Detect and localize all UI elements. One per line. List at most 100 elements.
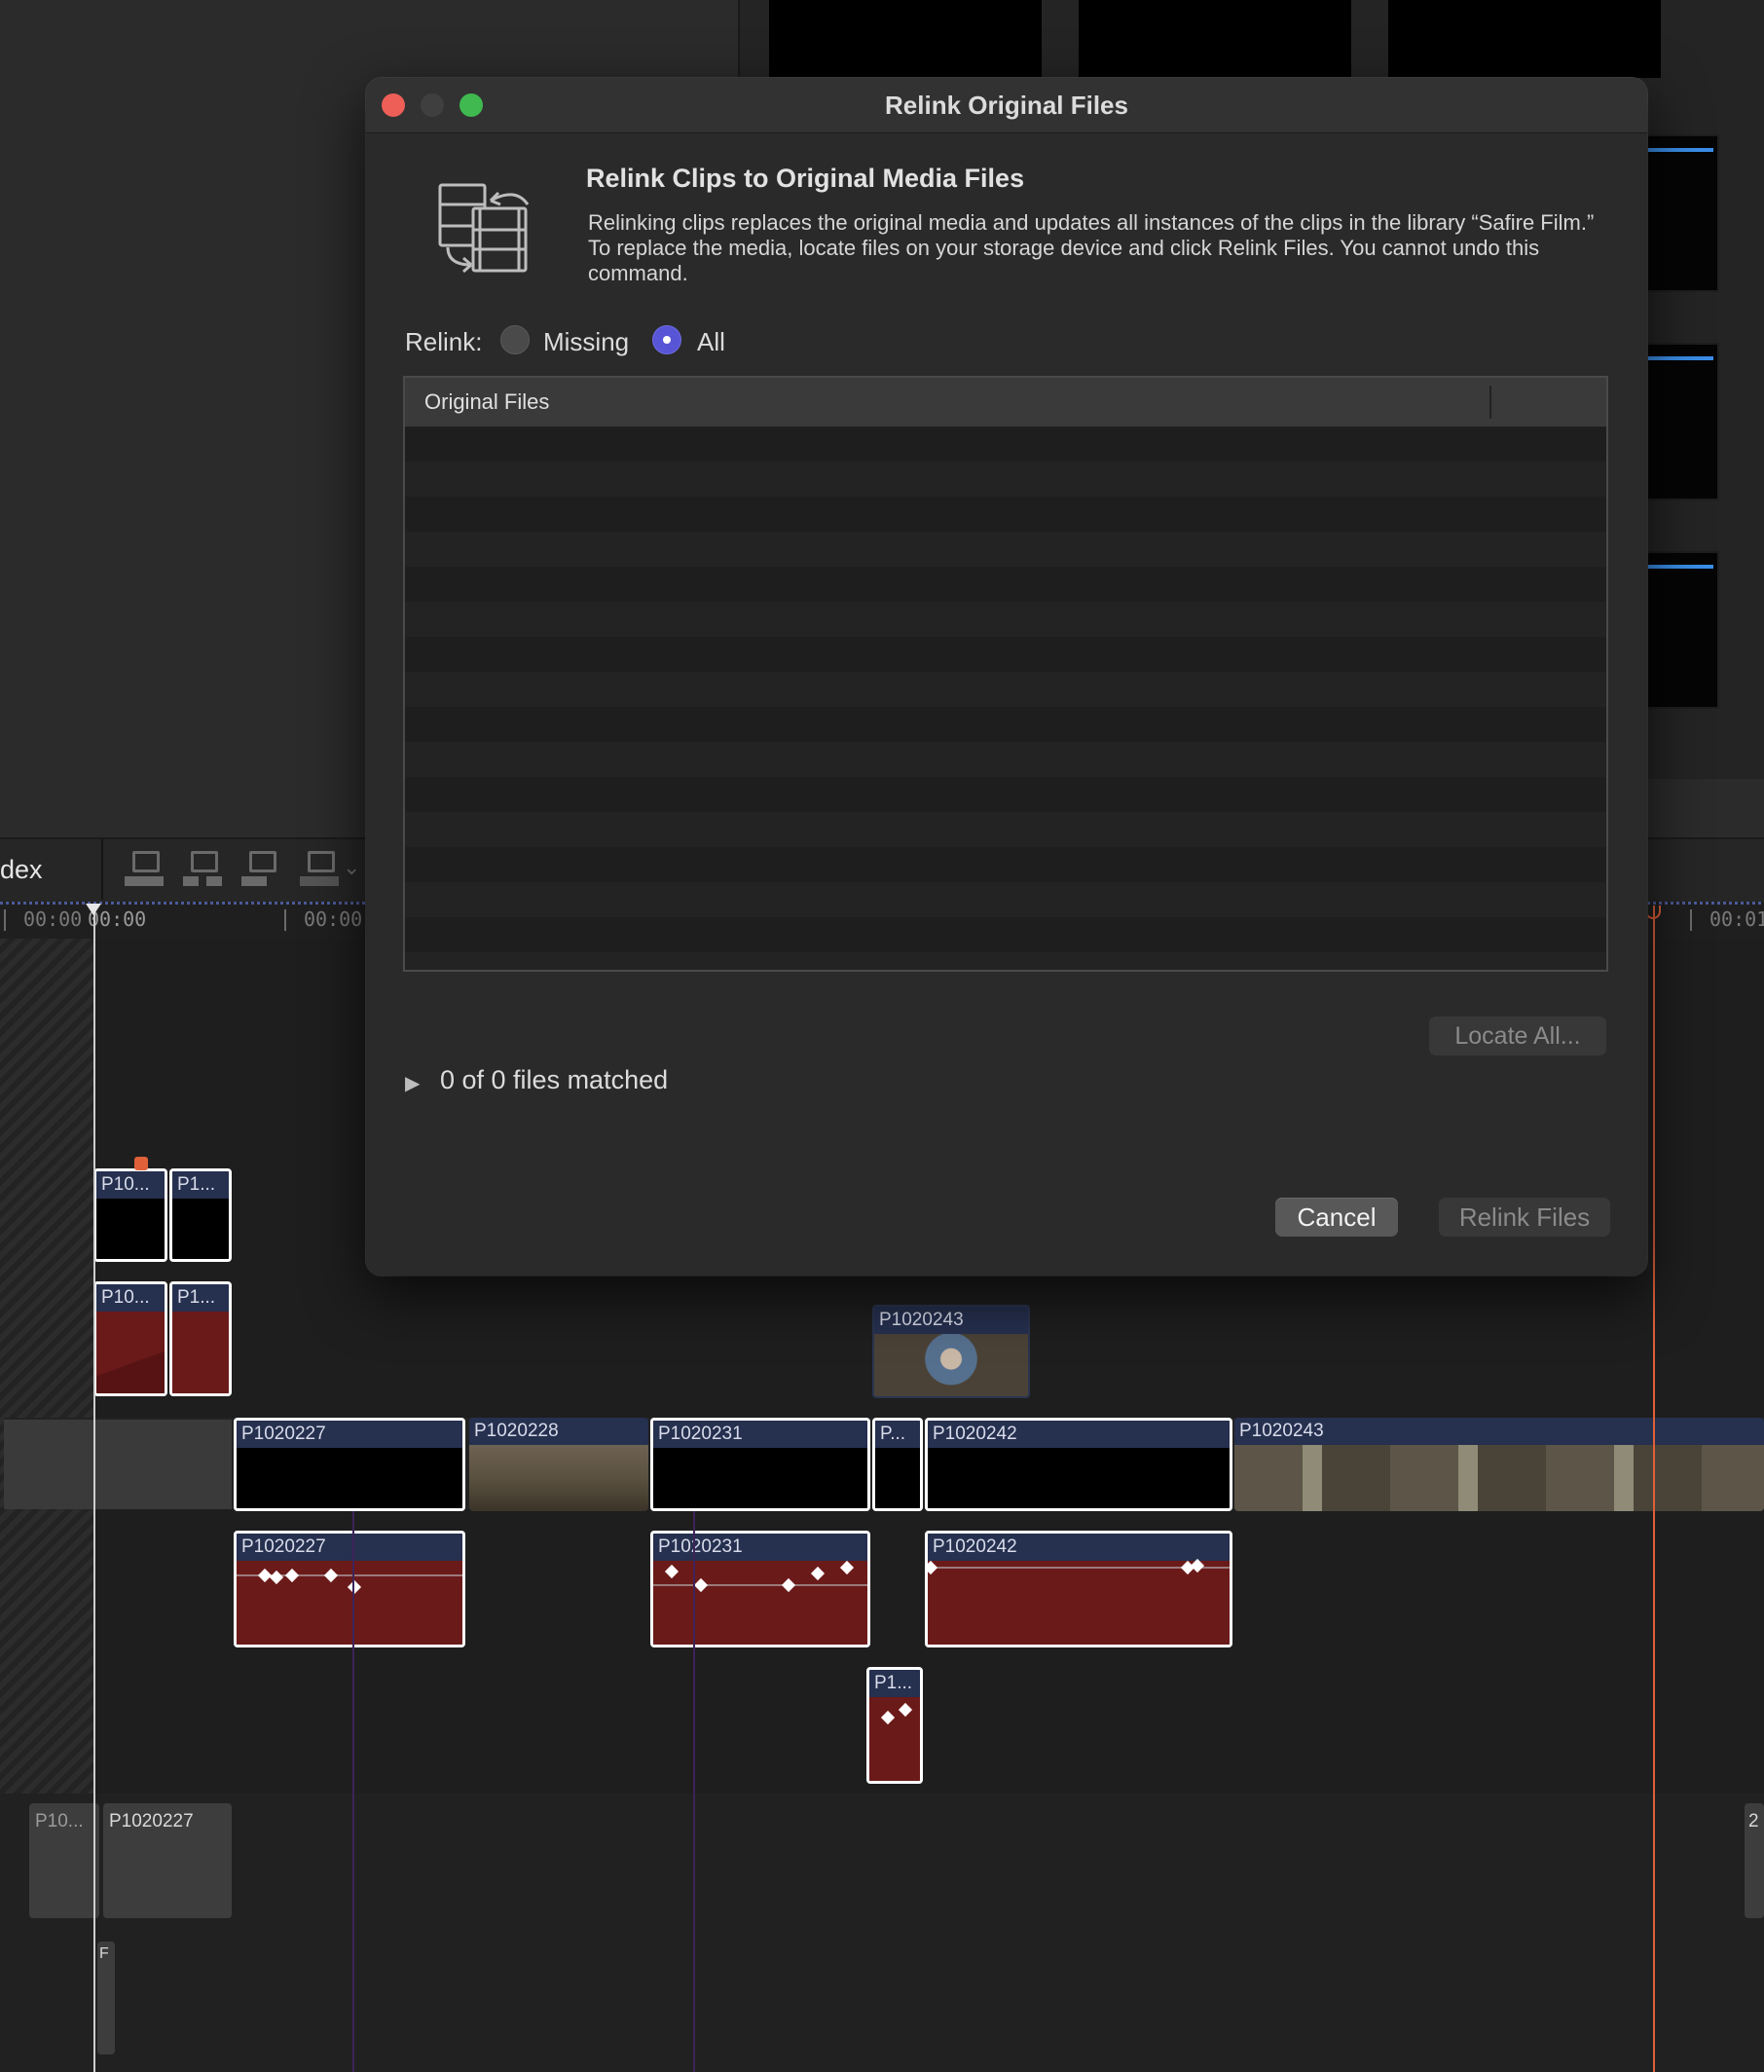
- table-row: [405, 742, 1606, 777]
- playhead-line[interactable]: [1653, 906, 1655, 2072]
- clip-name: P1020227: [237, 1534, 462, 1561]
- viewer-thumbnail[interactable]: [1079, 0, 1351, 78]
- connected-clip[interactable]: P10...: [93, 1168, 167, 1262]
- relink-filmstrip-icon: [438, 183, 530, 274]
- table-row: [405, 777, 1606, 812]
- relink-all-radio[interactable]: [652, 325, 681, 354]
- audio-clip[interactable]: P1...: [866, 1667, 923, 1784]
- clip-name: P1020242: [928, 1534, 1230, 1561]
- table-row: [405, 707, 1606, 742]
- relink-files-button[interactable]: Relink Files: [1439, 1198, 1610, 1237]
- connected-audio-clip[interactable]: P10...: [93, 1281, 167, 1396]
- relink-missing-radio[interactable]: [500, 325, 530, 354]
- clip-name: P1020231: [653, 1421, 867, 1448]
- connected-clip[interactable]: P1020243: [872, 1305, 1030, 1398]
- disclosure-triangle-icon[interactable]: ▶: [405, 1071, 420, 1095]
- lower-lane: [0, 1794, 1764, 2072]
- clip-name: P1...: [172, 1284, 229, 1312]
- connected-clip[interactable]: P1...: [169, 1168, 232, 1262]
- table-row: [405, 952, 1606, 970]
- table-header[interactable]: [405, 378, 1606, 427]
- audio-clip[interactable]: P1020227: [234, 1531, 465, 1647]
- relink-all-label[interactable]: All: [697, 327, 725, 357]
- cancel-button[interactable]: Cancel: [1275, 1198, 1398, 1237]
- table-row: [405, 637, 1606, 672]
- audio-clip[interactable]: P1020231: [650, 1531, 870, 1647]
- clip-name: P10...: [96, 1171, 165, 1199]
- audio-clip[interactable]: P1020242: [925, 1531, 1232, 1647]
- connection-line: [693, 1511, 695, 2072]
- locate-all-button[interactable]: Locate All...: [1429, 1017, 1606, 1055]
- clip-name: P1020243: [1234, 1418, 1764, 1445]
- lane-clip[interactable]: P1020227: [103, 1803, 232, 1918]
- storyline-clip[interactable]: P1020228: [469, 1418, 648, 1511]
- clip-name: P1020227: [237, 1421, 462, 1448]
- table-row: [405, 882, 1606, 917]
- table-row: [405, 497, 1606, 532]
- toolbar-divider: [101, 839, 103, 900]
- clip-name: P10...: [96, 1284, 165, 1312]
- table-row: [405, 532, 1606, 567]
- connection-line: [352, 1511, 354, 2072]
- clip-name: P1...: [869, 1670, 920, 1697]
- table-row: [405, 462, 1606, 497]
- clip-name: P1020228: [469, 1418, 648, 1445]
- original-files-table[interactable]: Original Files: [403, 376, 1608, 972]
- table-row: [405, 426, 1606, 462]
- overwrite-clip-icon[interactable]: [300, 851, 339, 886]
- chevron-down-icon[interactable]: ⌄: [343, 855, 360, 880]
- storyline-clip[interactable]: P1020243: [1234, 1418, 1764, 1511]
- gap-clip[interactable]: [4, 1420, 232, 1509]
- column-header-original-files[interactable]: Original Files: [424, 378, 549, 426]
- match-status: 0 of 0 files matched: [440, 1065, 669, 1094]
- lane-clip[interactable]: P10...: [29, 1803, 99, 1918]
- skimmer-line[interactable]: [93, 906, 95, 2072]
- clip-name: P...: [875, 1421, 920, 1448]
- clip-name: P1...: [172, 1171, 229, 1199]
- volume-line: [653, 1584, 867, 1586]
- ruler-timecode: 00:01: [1709, 907, 1764, 931]
- ruler-timecode: 00:00: [23, 907, 83, 931]
- storyline-clip[interactable]: P...: [872, 1418, 923, 1511]
- ruler-tick: [1690, 909, 1692, 931]
- table-row: [405, 847, 1606, 882]
- side-thumbnail[interactable]: [1645, 134, 1719, 292]
- ruler-timecode: 00:00:: [304, 907, 375, 931]
- clip-name: P1020242: [928, 1421, 1230, 1448]
- side-thumbnail[interactable]: [1645, 343, 1719, 500]
- table-row: [405, 602, 1606, 637]
- marker-icon[interactable]: [134, 1157, 148, 1170]
- clip-name: P1020243: [874, 1307, 1028, 1334]
- dialog-title: Relink Original Files: [885, 91, 1128, 120]
- lane-clip[interactable]: F: [97, 1942, 115, 2054]
- table-row: [405, 672, 1606, 707]
- ruler-tick: [284, 909, 286, 931]
- table-row: [405, 917, 1606, 952]
- playhead-icon[interactable]: [86, 904, 101, 915]
- append-clip-icon[interactable]: [241, 851, 280, 886]
- connected-audio-clip[interactable]: P1...: [169, 1281, 232, 1396]
- connect-clip-icon[interactable]: [125, 851, 164, 886]
- progress-line: [1647, 565, 1713, 569]
- storyline-clip[interactable]: P1020242: [925, 1418, 1232, 1511]
- insert-clip-icon[interactable]: [183, 851, 222, 886]
- lane-clip[interactable]: 2: [1745, 1803, 1764, 1918]
- dialog-description: Relinking clips replaces the original me…: [588, 210, 1595, 285]
- relink-missing-label[interactable]: Missing: [543, 327, 629, 357]
- storyline-clip[interactable]: P1020231: [650, 1418, 870, 1511]
- viewer-thumbnail[interactable]: [1388, 0, 1661, 78]
- ruler-tick: [4, 909, 6, 931]
- clip-name: P1020231: [653, 1534, 867, 1561]
- table-row: [405, 567, 1606, 602]
- viewer-thumbnail[interactable]: [769, 0, 1042, 78]
- relink-label: Relink:: [405, 327, 483, 356]
- dialog-heading: Relink Clips to Original Media Files: [586, 164, 1025, 193]
- progress-line: [1647, 356, 1713, 360]
- relink-dialog: Relink Original Files Relink Clips to Or…: [366, 78, 1647, 1276]
- progress-line: [1647, 148, 1713, 152]
- storyline-clip[interactable]: P1020227: [234, 1418, 465, 1511]
- index-button-label[interactable]: dex: [0, 855, 43, 885]
- column-divider: [1489, 386, 1491, 419]
- side-thumbnail[interactable]: [1645, 551, 1719, 709]
- table-row: [405, 812, 1606, 847]
